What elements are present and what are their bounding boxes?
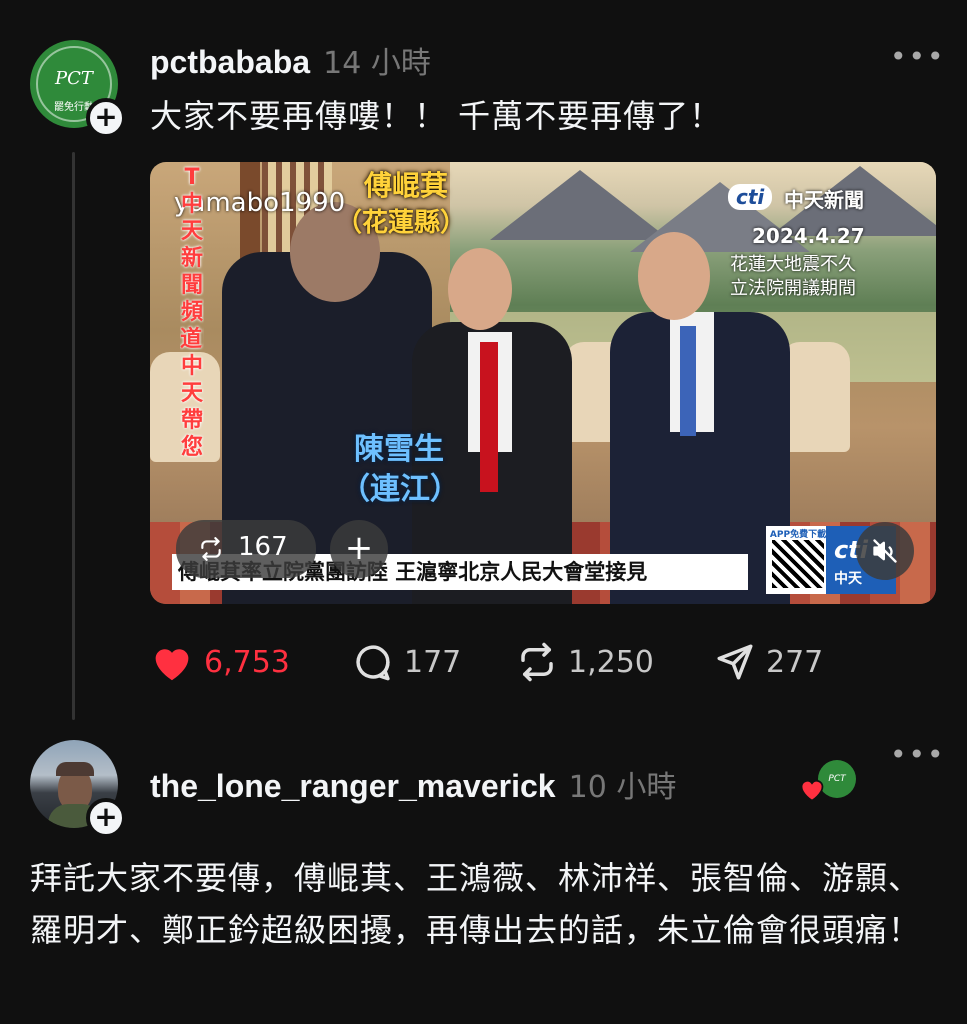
qr-code: APP免費下載 bbox=[766, 526, 830, 594]
note-line-1: 花蓮大地震不久 bbox=[730, 254, 856, 275]
overlay-name-1: 傅崐萁 bbox=[364, 169, 449, 202]
comment-button[interactable]: 177 bbox=[352, 640, 461, 684]
repost-icon bbox=[521, 642, 553, 682]
overlay-region-2: （連江） bbox=[340, 472, 460, 507]
more-options-icon[interactable]: ••• bbox=[890, 738, 946, 771]
video-player[interactable]: yamabo1990 傅崐萁 （花蓮縣） 陳雪生 （連江） T中天新聞頻道！中天… bbox=[150, 162, 936, 604]
reply-text: 拜託大家不要傳，傅崐萁、王鴻薇、林沛祥、張智倫、游顥、羅明才、鄭正鈐超級困擾，再… bbox=[30, 859, 922, 949]
repost-count: 167 bbox=[238, 532, 288, 562]
comment-icon bbox=[356, 645, 390, 681]
comment-count: 177 bbox=[404, 644, 462, 680]
cti-logo: cti bbox=[728, 184, 773, 210]
note-line-2: 立法院開議期間 bbox=[730, 278, 856, 299]
post-username[interactable]: pctbababa bbox=[150, 44, 310, 80]
overlay-region-1: （花蓮縣） bbox=[336, 208, 467, 238]
app-download-label: APP免費下載 bbox=[769, 530, 827, 540]
channel-name: 中天新聞 bbox=[784, 188, 864, 212]
mute-toggle[interactable] bbox=[856, 522, 914, 580]
overlay-name-2: 陳雪生 bbox=[354, 432, 444, 467]
send-icon bbox=[717, 644, 753, 680]
repost-count-pill[interactable]: 167 bbox=[176, 520, 316, 578]
reply-time: 10 小時 bbox=[568, 770, 677, 805]
avatar-logo-text: PCT bbox=[55, 68, 93, 89]
date-text: 2024.4.27 bbox=[752, 224, 865, 248]
cti-box-sub: 中天 bbox=[834, 571, 862, 587]
share-count: 277 bbox=[766, 644, 824, 680]
heart-filled-icon bbox=[800, 779, 824, 802]
post-text: 大家不要再傳嘍！！ 千萬不要再傳了！ bbox=[150, 97, 723, 135]
repost-icon bbox=[201, 537, 221, 561]
more-options-icon[interactable]: ••• bbox=[890, 40, 946, 73]
quote-plus-button[interactable]: + bbox=[330, 520, 388, 578]
repost-count: 1,250 bbox=[568, 644, 654, 680]
follow-plus-button[interactable]: + bbox=[86, 798, 126, 838]
repost-button[interactable]: 1,250 bbox=[516, 640, 654, 684]
speaker-muted-icon bbox=[873, 539, 897, 563]
heart-filled-icon bbox=[155, 649, 189, 681]
side-vertical-text: T中天新聞頻道！中天帶您 bbox=[180, 165, 204, 460]
author-liked-indicator: PCT bbox=[798, 760, 860, 804]
post-time: 14 小時 bbox=[323, 46, 431, 81]
thread-line bbox=[72, 152, 75, 720]
follow-plus-button[interactable]: + bbox=[86, 98, 126, 138]
like-count: 6,753 bbox=[204, 644, 290, 680]
like-button[interactable]: 6,753 bbox=[150, 640, 290, 684]
reply-username[interactable]: the_lone_ranger_maverick bbox=[150, 768, 556, 804]
share-button[interactable]: 277 bbox=[714, 640, 823, 684]
